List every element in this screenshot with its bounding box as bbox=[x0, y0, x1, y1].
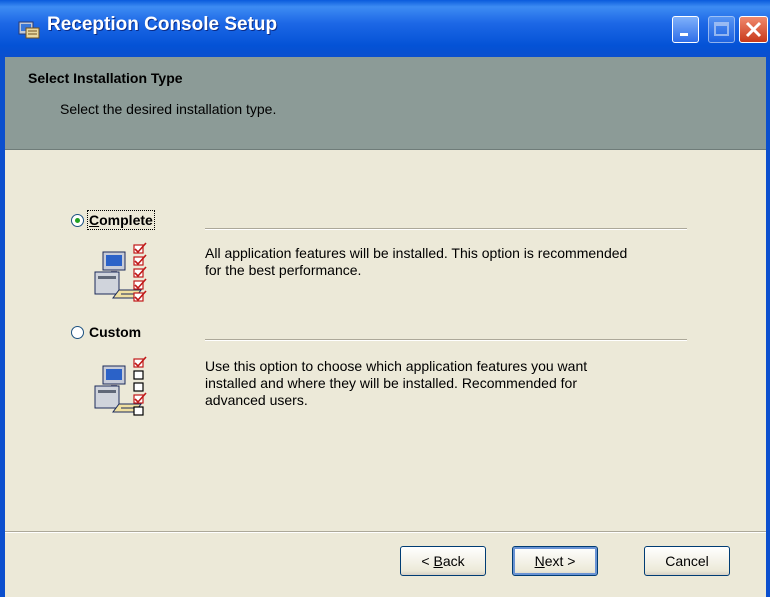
maximize-button[interactable] bbox=[708, 16, 735, 43]
next-button-accesskey: N bbox=[534, 553, 545, 569]
back-button-prefix: < bbox=[421, 553, 434, 569]
radio-complete[interactable] bbox=[71, 213, 84, 227]
option-complete-description: All application features will be install… bbox=[205, 245, 700, 279]
option-complete-label-first: C bbox=[89, 212, 100, 228]
window-frame-right bbox=[766, 57, 770, 597]
minimize-icon bbox=[680, 33, 688, 36]
option-complete-desc-line2: for the best performance. bbox=[205, 262, 362, 278]
back-button-accesskey: B bbox=[433, 553, 443, 569]
close-button[interactable] bbox=[739, 16, 768, 43]
option-custom-separator bbox=[205, 339, 687, 341]
cancel-button[interactable]: Cancel bbox=[644, 546, 730, 576]
close-icon bbox=[745, 21, 762, 38]
wizard-body: Complete All application features will b… bbox=[5, 150, 766, 532]
computer-checklist-all-checked-icon bbox=[94, 242, 147, 302]
page-subtitle: Select the desired installation type. bbox=[60, 101, 277, 117]
next-button-label: ext > bbox=[544, 553, 576, 569]
computer-checklist-partial-icon bbox=[94, 356, 147, 416]
next-button[interactable]: Next > bbox=[512, 546, 598, 576]
option-custom-desc-line3: advanced users. bbox=[205, 392, 308, 408]
back-button-label: ack bbox=[442, 553, 465, 569]
option-custom-label[interactable]: Custom bbox=[88, 323, 142, 341]
wizard-footer: < Back Next > Cancel bbox=[5, 533, 766, 597]
wizard-header: Select Installation Type Select the desi… bbox=[5, 57, 766, 150]
radio-custom[interactable] bbox=[71, 325, 84, 339]
option-custom-desc-line1: Use this option to choose which applicat… bbox=[205, 358, 588, 374]
setup-window: Reception Console Setup Select Installat… bbox=[0, 0, 770, 597]
title-bar[interactable]: Reception Console Setup bbox=[0, 0, 770, 57]
option-custom-desc-line2: installed and where they will be install… bbox=[205, 375, 577, 391]
minimize-button[interactable] bbox=[672, 16, 699, 43]
option-custom-description: Use this option to choose which applicat… bbox=[205, 358, 700, 409]
option-custom[interactable]: Custom bbox=[71, 323, 142, 341]
option-complete-separator bbox=[205, 228, 687, 230]
option-complete-label[interactable]: Complete bbox=[87, 210, 155, 230]
setup-app-icon bbox=[18, 21, 40, 39]
option-complete-label-rest: omplete bbox=[99, 212, 153, 228]
page-title: Select Installation Type bbox=[28, 70, 183, 86]
window-title: Reception Console Setup bbox=[47, 14, 278, 35]
option-complete[interactable]: Complete bbox=[71, 210, 155, 230]
maximize-icon bbox=[714, 22, 729, 36]
back-button[interactable]: < Back bbox=[400, 546, 486, 576]
option-complete-desc-line1: All application features will be install… bbox=[205, 245, 628, 261]
